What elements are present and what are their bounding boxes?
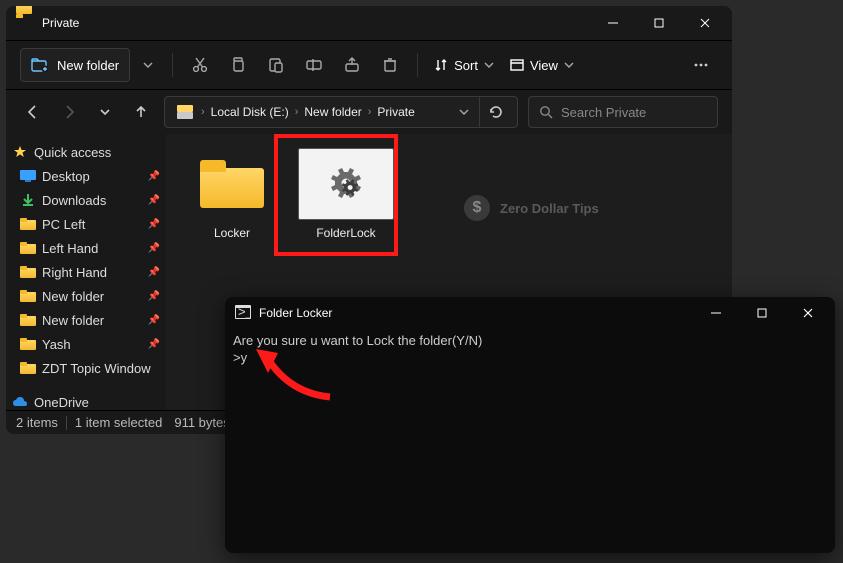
folder-icon — [20, 240, 36, 256]
pin-icon: 📌 — [148, 267, 160, 278]
pin-icon: 📌 — [148, 291, 160, 302]
cmd-close-button[interactable] — [785, 297, 831, 329]
star-icon — [12, 144, 28, 160]
desktop-icon — [20, 168, 36, 184]
pin-icon: 📌 — [148, 243, 160, 254]
status-selection: 1 item selected — [75, 415, 162, 430]
sidebar-item[interactable]: New folder 📌 — [6, 308, 166, 332]
sidebar-item[interactable]: ZDT Topic Window — [6, 356, 166, 380]
cmd-minimize-button[interactable] — [693, 297, 739, 329]
sidebar-item-desktop[interactable]: Desktop 📌 — [6, 164, 166, 188]
minimize-button[interactable] — [590, 7, 636, 39]
breadcrumb-seg[interactable]: Local Disk (E:) — [207, 105, 293, 119]
sidebar-item[interactable]: New folder 📌 — [6, 284, 166, 308]
folder-icon — [20, 216, 36, 232]
folder-icon — [184, 148, 280, 220]
delete-button[interactable] — [373, 48, 407, 82]
nav-up-button[interactable] — [128, 99, 154, 125]
crumb-history-button[interactable] — [451, 99, 477, 125]
sidebar: Quick access Desktop 📌 Downloads 📌 PC Le… — [6, 134, 166, 410]
sort-button[interactable]: Sort — [428, 58, 500, 73]
chevron-down-icon — [564, 60, 574, 70]
sidebar-quick-access[interactable]: Quick access — [6, 140, 166, 164]
new-folder-icon — [31, 57, 49, 73]
address-bar-row: › Local Disk (E:) › New folder › Private… — [6, 90, 732, 134]
pin-icon: 📌 — [148, 171, 160, 182]
pin-icon: 📌 — [148, 219, 160, 230]
cloud-icon — [12, 394, 28, 410]
view-icon — [510, 58, 524, 72]
search-input[interactable]: Search Private — [528, 96, 718, 128]
cmd-maximize-button[interactable] — [739, 297, 785, 329]
sidebar-item[interactable]: Yash 📌 — [6, 332, 166, 356]
sidebar-onedrive[interactable]: OneDrive — [6, 390, 166, 410]
file-item-locker[interactable]: Locker — [184, 148, 280, 240]
view-button[interactable]: View — [504, 58, 580, 73]
new-folder-button[interactable]: New folder — [20, 48, 130, 82]
status-items-count: 2 items — [16, 415, 58, 430]
folder-icon — [20, 360, 36, 376]
cmd-title: Folder Locker — [259, 306, 332, 320]
cmd-titlebar: >_ Folder Locker — [225, 297, 835, 329]
pin-icon: 📌 — [148, 195, 160, 206]
copy-button[interactable] — [221, 48, 255, 82]
sidebar-item[interactable]: PC Left 📌 — [6, 212, 166, 236]
new-folder-label: New folder — [57, 58, 119, 73]
sort-icon — [434, 58, 448, 72]
breadcrumb-seg[interactable]: New folder — [300, 105, 365, 119]
toolbar: New folder Sort — [6, 40, 732, 90]
paste-button[interactable] — [259, 48, 293, 82]
cut-button[interactable] — [183, 48, 217, 82]
window-title: Private — [42, 16, 79, 30]
sidebar-item[interactable]: Right Hand 📌 — [6, 260, 166, 284]
window-icon — [16, 14, 34, 32]
pin-icon: 📌 — [148, 339, 160, 350]
folder-icon — [20, 336, 36, 352]
download-icon — [20, 192, 36, 208]
new-dropdown[interactable] — [134, 48, 162, 82]
refresh-button[interactable] — [479, 96, 511, 128]
terminal-icon: >_ — [235, 305, 251, 321]
share-button[interactable] — [335, 48, 369, 82]
batch-file-icon — [298, 148, 394, 220]
pin-icon: 📌 — [148, 315, 160, 326]
sidebar-item-downloads[interactable]: Downloads 📌 — [6, 188, 166, 212]
more-button[interactable] — [684, 48, 718, 82]
folder-icon — [20, 288, 36, 304]
maximize-button[interactable] — [636, 7, 682, 39]
command-window: >_ Folder Locker Are you sure u want to … — [225, 297, 835, 553]
sidebar-item[interactable]: Left Hand 📌 — [6, 236, 166, 260]
chevron-down-icon — [484, 60, 494, 70]
status-size: 911 bytes — [174, 415, 229, 430]
titlebar: Private — [6, 6, 732, 40]
file-item-folderlock[interactable]: FolderLock — [298, 148, 394, 240]
breadcrumb[interactable]: › Local Disk (E:) › New folder › Private — [164, 96, 518, 128]
nav-back-button[interactable] — [20, 99, 46, 125]
folder-icon — [20, 312, 36, 328]
search-icon — [539, 105, 553, 119]
search-placeholder: Search Private — [561, 105, 646, 120]
nav-forward-button[interactable] — [56, 99, 82, 125]
drive-icon — [175, 102, 195, 122]
svg-text:>_: >_ — [238, 305, 251, 319]
close-button[interactable] — [682, 7, 728, 39]
nav-recent-button[interactable] — [92, 99, 118, 125]
folder-icon — [20, 264, 36, 280]
rename-button[interactable] — [297, 48, 331, 82]
cmd-output[interactable]: Are you sure u want to Lock the folder(Y… — [225, 329, 835, 553]
breadcrumb-seg[interactable]: Private — [373, 105, 418, 119]
